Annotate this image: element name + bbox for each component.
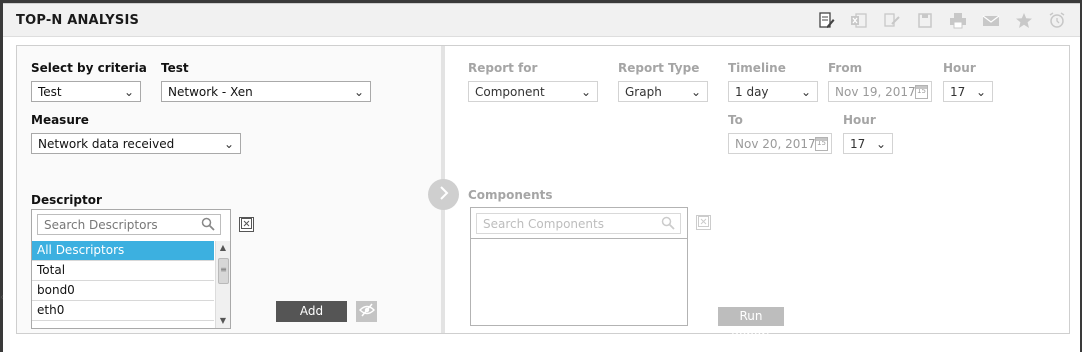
analysis-panel: Select by criteria Test ⌄ Test Network -…	[16, 45, 1070, 342]
analysis-window: TOP-N ANALYSIS Select by criteria Test ⌄…	[3, 3, 1080, 352]
report-for-label: Report for	[468, 61, 538, 75]
page-title: TOP-N ANALYSIS	[16, 13, 140, 28]
report-for-value: Component	[475, 85, 545, 99]
hide-button[interactable]	[356, 301, 377, 322]
to-date-value: Nov 20, 2017	[735, 137, 816, 151]
from-date-input[interactable]: Nov 19, 2017 15	[828, 81, 932, 102]
from-label: From	[828, 61, 863, 75]
excel-icon[interactable]	[848, 12, 870, 29]
criteria-select[interactable]: Test ⌄	[31, 81, 141, 102]
expand-components-button[interactable]	[696, 215, 711, 230]
chevron-down-icon: ⌄	[690, 85, 701, 99]
list-item[interactable]: Total	[32, 261, 214, 281]
descriptor-list-box: Search Descriptors All Descriptors Total…	[31, 209, 231, 329]
test-label: Test	[161, 61, 189, 75]
timeline-value: 1 day	[735, 85, 769, 99]
measure-value: Network data received	[38, 137, 175, 151]
report-edit-icon[interactable]	[815, 12, 837, 29]
report-type-value: Graph	[625, 85, 662, 99]
components-search-placeholder: Search Components	[483, 217, 604, 231]
chevron-down-icon: ⌄	[123, 85, 134, 99]
timeline-label: Timeline	[728, 61, 786, 75]
descriptor-list: All Descriptors Total bond0 eth0	[32, 241, 214, 321]
from-hour-select[interactable]: 17 ⌄	[943, 81, 993, 102]
descriptor-scrollbar[interactable]: ▲ ≡ ▼	[215, 241, 230, 328]
to-hour-value: 17	[850, 137, 866, 151]
measure-select[interactable]: Network data received ⌄	[31, 133, 241, 154]
to-hour-select[interactable]: 17 ⌄	[843, 133, 893, 154]
list-item[interactable]: bond0	[32, 281, 214, 301]
descriptor-label: Descriptor	[31, 193, 102, 207]
components-label: Components	[468, 188, 553, 202]
chevron-down-icon: ⌄	[580, 85, 591, 99]
list-item[interactable]: eth0	[32, 301, 214, 321]
mail-icon[interactable]	[980, 12, 1002, 29]
chevron-right-icon	[437, 185, 451, 204]
chevron-down-icon: ⌄	[800, 85, 811, 99]
timeline-select[interactable]: 1 day ⌄	[728, 81, 818, 102]
chevron-down-icon: ⌄	[353, 85, 364, 99]
from-hour-label: Hour	[943, 61, 976, 75]
from-date-value: Nov 19, 2017	[835, 85, 916, 99]
scroll-up-icon[interactable]: ▲	[216, 242, 230, 254]
calendar-icon[interactable]: 15	[915, 85, 928, 99]
title-bar: TOP-N ANALYSIS	[3, 4, 1080, 37]
from-hour-value: 17	[950, 85, 966, 99]
expand-descriptor-button[interactable]	[239, 217, 254, 232]
star-icon[interactable]	[1013, 12, 1035, 29]
run-report-button[interactable]: Run Report	[718, 307, 784, 342]
report-type-label: Report Type	[618, 61, 700, 75]
to-date-input[interactable]: Nov 20, 2017 15	[728, 133, 832, 154]
to-label: To	[728, 113, 743, 127]
move-right-button[interactable]	[428, 179, 459, 210]
search-icon	[201, 217, 215, 234]
scroll-thumb[interactable]: ≡	[218, 258, 229, 284]
descriptor-search-placeholder: Search Descriptors	[44, 218, 158, 232]
test-value: Network - Xen	[168, 85, 253, 99]
toolbar	[815, 12, 1068, 29]
expand-icon	[698, 215, 709, 230]
report-for-select[interactable]: Component ⌄	[468, 81, 598, 102]
components-search-input[interactable]: Search Components	[476, 213, 681, 234]
search-icon	[661, 216, 675, 233]
chevron-down-icon: ⌄	[223, 137, 234, 151]
to-hour-label: Hour	[843, 113, 876, 127]
components-list-box: Search Components	[470, 207, 688, 326]
chevron-down-icon: ⌄	[875, 137, 886, 151]
components-divider	[471, 238, 687, 239]
save-icon[interactable]	[914, 12, 936, 29]
export-icon[interactable]	[881, 12, 903, 29]
calendar-icon[interactable]: 15	[815, 137, 828, 151]
report-pane: Report for Component ⌄ Report Type Graph…	[445, 46, 1069, 342]
scroll-down-icon[interactable]: ▼	[216, 315, 230, 327]
report-type-select[interactable]: Graph ⌄	[618, 81, 708, 102]
print-icon[interactable]	[947, 12, 969, 29]
eye-slash-icon	[358, 303, 375, 320]
criteria-value: Test	[38, 85, 62, 99]
descriptor-search-input[interactable]: Search Descriptors	[37, 214, 221, 235]
add-button[interactable]: Add	[276, 301, 347, 322]
measure-label: Measure	[31, 113, 89, 127]
list-item[interactable]: All Descriptors	[32, 241, 214, 261]
expand-icon	[241, 217, 252, 232]
select-by-criteria-label: Select by criteria	[31, 61, 147, 75]
test-select[interactable]: Network - Xen ⌄	[161, 81, 371, 102]
criteria-pane: Select by criteria Test ⌄ Test Network -…	[17, 46, 441, 333]
alarm-clock-icon[interactable]	[1046, 12, 1068, 29]
chevron-down-icon: ⌄	[975, 85, 986, 99]
